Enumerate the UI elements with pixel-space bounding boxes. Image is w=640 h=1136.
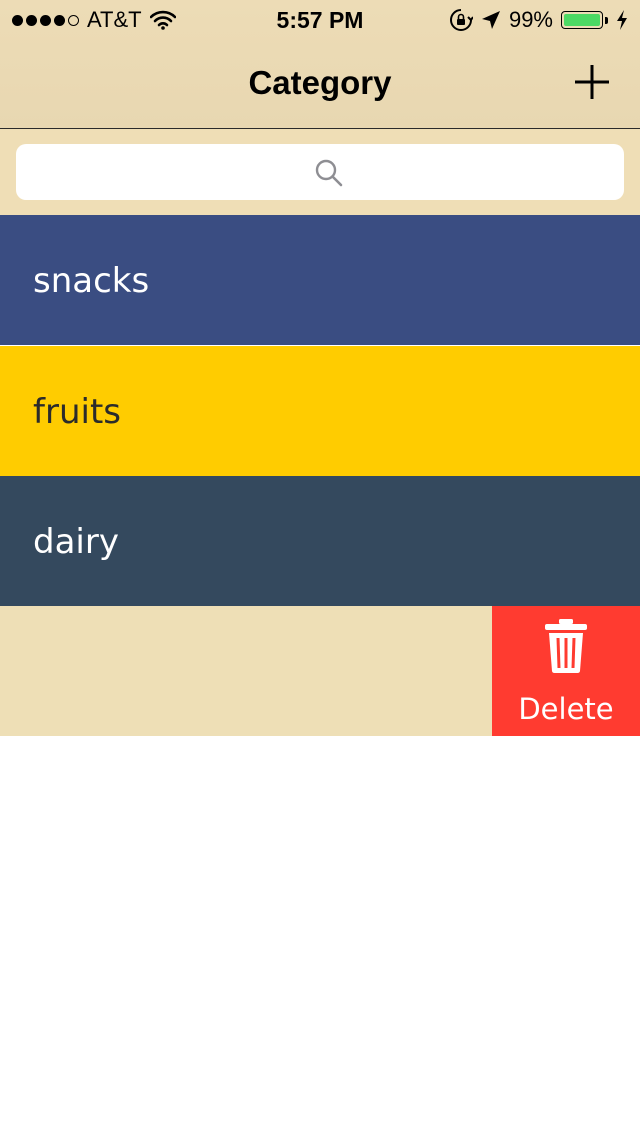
- battery-percent: 99%: [508, 7, 553, 32]
- category-row-snacks[interactable]: snacks: [0, 215, 640, 345]
- rotation-lock-icon: [449, 9, 473, 31]
- category-row-fruits[interactable]: fruits: [0, 346, 640, 476]
- location-arrow-icon: [481, 11, 500, 29]
- category-label: dairy: [33, 522, 119, 562]
- navigation-bar: AT&T 5:57 PM 99% Category: [0, 0, 640, 129]
- category-label: fruits: [33, 392, 121, 432]
- delete-button[interactable]: Delete: [492, 606, 640, 736]
- add-category-button[interactable]: [572, 62, 612, 102]
- trash-icon: [545, 619, 587, 673]
- delete-label: Delete: [518, 692, 614, 726]
- status-bar: AT&T 5:57 PM 99%: [0, 0, 640, 40]
- plus-icon: [575, 65, 609, 99]
- search-icon: [315, 159, 343, 187]
- search-input[interactable]: [16, 144, 624, 200]
- battery-icon: [561, 11, 608, 29]
- page-title: Category: [248, 64, 392, 101]
- charging-bolt-icon: [617, 10, 627, 30]
- category-row-dairy[interactable]: dairy: [0, 476, 640, 606]
- search-bar: [0, 129, 640, 215]
- category-label: snacks: [33, 261, 150, 301]
- swiped-row[interactable]: [0, 606, 492, 736]
